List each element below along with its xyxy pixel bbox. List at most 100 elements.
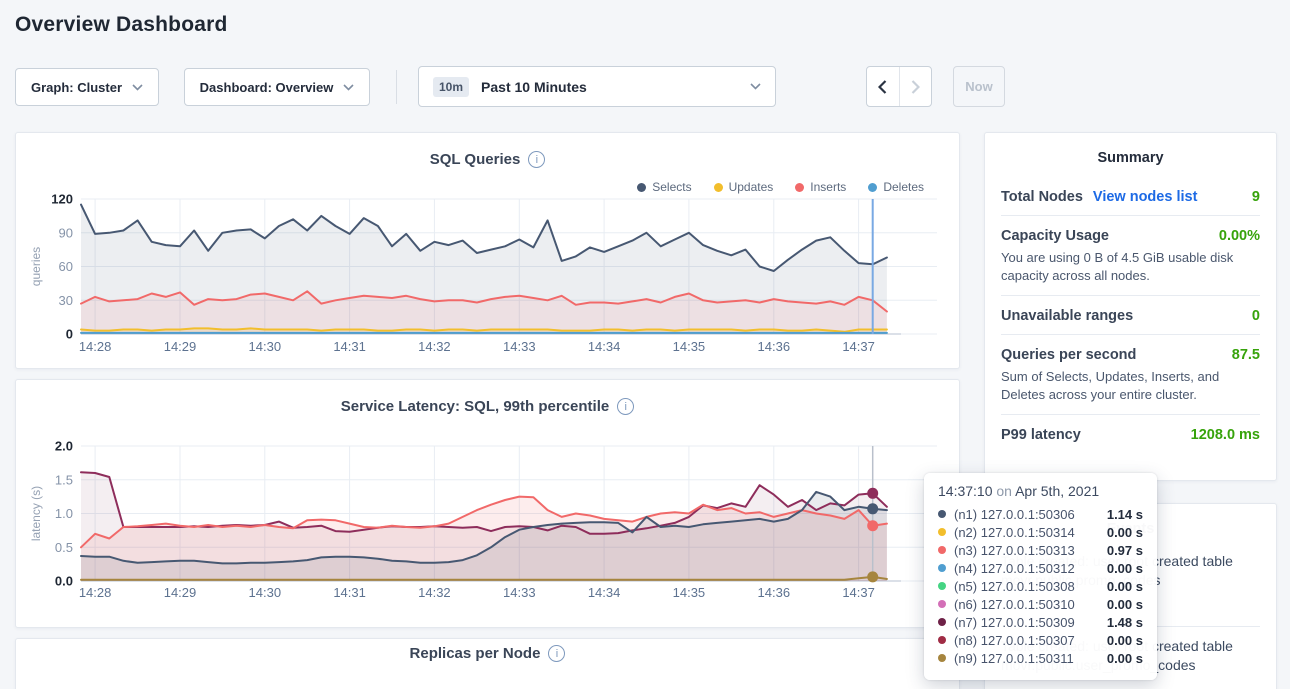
- tooltip-node-row: (n9) 127.0.0.1:50311 0.00 s: [938, 649, 1143, 667]
- tooltip-node-row: (n2) 127.0.0.1:50314 0.00 s: [938, 523, 1143, 541]
- summary-rows: Total Nodes View nodes list 9 Capacity Usag…: [1001, 177, 1260, 453]
- tooltip-node-row: (n3) 127.0.0.1:50313 0.97 s: [938, 541, 1143, 559]
- summary-row-label: P99 latency: [1001, 427, 1081, 443]
- now-button[interactable]: Now: [953, 66, 1005, 107]
- node-latency-value: 0.00 s: [1107, 651, 1143, 666]
- graph-dropdown[interactable]: Graph: Cluster: [15, 68, 159, 106]
- time-step-buttons: [866, 66, 932, 107]
- svg-text:14:36: 14:36: [758, 585, 791, 600]
- time-range-dropdown[interactable]: 10m Past 10 Minutes: [418, 66, 776, 107]
- summary-row: Unavailable ranges0: [1001, 295, 1260, 334]
- node-latency-value: 0.00 s: [1107, 561, 1143, 576]
- svg-text:14:29: 14:29: [164, 585, 197, 600]
- summary-row-label: Queries per second: [1001, 347, 1136, 363]
- node-address: (n4) 127.0.0.1:50312: [954, 561, 1099, 576]
- svg-text:queries: queries: [29, 247, 43, 286]
- svg-text:14:37: 14:37: [842, 339, 875, 354]
- summary-row-description: You are using 0 B of 4.5 GiB usable disk…: [1001, 249, 1260, 285]
- dashboard-dropdown-label: Dashboard: Overview: [200, 80, 334, 95]
- node-color-dot: [938, 600, 946, 608]
- svg-text:14:29: 14:29: [164, 339, 197, 354]
- svg-text:14:32: 14:32: [418, 339, 451, 354]
- page-title: Overview Dashboard: [15, 13, 228, 37]
- tooltip-node-row: (n6) 127.0.0.1:503100.00 s: [938, 595, 1143, 613]
- node-color-dot: [938, 654, 946, 662]
- node-latency-value: 0.00 s: [1107, 579, 1143, 594]
- summary-row-value: 9: [1252, 189, 1260, 205]
- node-color-dot: [938, 618, 946, 626]
- node-latency-value: 0.00 s: [1107, 633, 1143, 648]
- svg-text:14:33: 14:33: [503, 585, 536, 600]
- node-latency-value: 0.97 s: [1107, 543, 1143, 558]
- node-address: (n6) 127.0.0.1:50310: [954, 597, 1099, 612]
- svg-text:14:36: 14:36: [758, 339, 791, 354]
- chevron-down-icon: [132, 84, 143, 91]
- hover-dot: [867, 520, 878, 531]
- time-window-badge: 10m: [433, 77, 469, 97]
- svg-text:1.5: 1.5: [55, 472, 73, 487]
- svg-text:2.0: 2.0: [55, 439, 73, 454]
- tooltip-node-row: (n7) 127.0.0.1:50309 1.48 s: [938, 613, 1143, 631]
- node-color-dot: [938, 546, 946, 554]
- hover-dot: [867, 571, 878, 582]
- summary-row-value: 0.00%: [1219, 228, 1260, 244]
- svg-text:60: 60: [59, 259, 73, 274]
- summary-row: Total Nodes View nodes list 9: [1001, 177, 1260, 215]
- summary-panel: Summary Total Nodes View nodes list 9 Capac…: [984, 132, 1277, 481]
- svg-text:14:35: 14:35: [673, 339, 706, 354]
- svg-text:0.0: 0.0: [55, 574, 73, 589]
- summary-row-label: Capacity Usage: [1001, 228, 1109, 244]
- svg-text:14:28: 14:28: [79, 339, 112, 354]
- svg-text:14:30: 14:30: [249, 585, 282, 600]
- svg-text:14:31: 14:31: [333, 585, 366, 600]
- node-address: (n7) 127.0.0.1:50309: [954, 615, 1099, 630]
- graph-dropdown-label: Graph: Cluster: [31, 80, 122, 95]
- hover-dot: [867, 488, 878, 499]
- info-icon[interactable]: i: [548, 645, 565, 662]
- node-latency-value: 0.00 s: [1107, 525, 1143, 540]
- svg-text:14:28: 14:28: [79, 585, 112, 600]
- svg-text:30: 30: [59, 293, 73, 308]
- svg-text:14:34: 14:34: [588, 585, 621, 600]
- svg-text:14:32: 14:32: [418, 585, 451, 600]
- time-window-label: Past 10 Minutes: [481, 79, 738, 95]
- summary-row-value: 87.5: [1232, 347, 1260, 363]
- tooltip-timestamp: 14:37:10 on Apr 5th, 2021: [938, 483, 1143, 499]
- sql-queries-chart[interactable]: 030609012014:2814:2914:3014:3114:3214:33…: [16, 133, 959, 368]
- svg-text:90: 90: [59, 225, 73, 240]
- summary-row: Capacity Usage 0.00% You are using 0 B of …: [1001, 215, 1260, 295]
- service-latency-chart[interactable]: 0.0 0.5 1.0 1.5 2.0 14:28 14:29 14:30 14:31 14:32…: [16, 380, 959, 627]
- node-color-dot: [938, 528, 946, 536]
- node-latency-value: 1.48 s: [1107, 615, 1143, 630]
- svg-text:14:35: 14:35: [673, 585, 706, 600]
- tooltip-node-row: (n4) 127.0.0.1:50312 0.00 s: [938, 559, 1143, 577]
- tooltip-node-row: (n5) 127.0.0.1:50308 0.00 s: [938, 577, 1143, 595]
- summary-title: Summary: [985, 133, 1276, 166]
- replicas-per-node-chart-title: Replicas per Node: [410, 645, 541, 662]
- chevron-down-icon: [750, 83, 761, 90]
- svg-text:1.0: 1.0: [55, 506, 73, 521]
- node-address: (n9) 127.0.0.1:50311: [954, 651, 1099, 666]
- dashboard-dropdown[interactable]: Dashboard: Overview: [184, 68, 370, 106]
- summary-row: Queries per second87.5Sum of Selects, Up…: [1001, 334, 1260, 414]
- svg-text:14:31: 14:31: [333, 339, 366, 354]
- summary-row-value: 0: [1252, 308, 1260, 324]
- svg-text:14:33: 14:33: [503, 339, 536, 354]
- tooltip-node-row: (n1) 127.0.0.1:503061.14 s: [938, 505, 1143, 523]
- node-address: (n3) 127.0.0.1:50313: [954, 543, 1099, 558]
- next-time-button[interactable]: [900, 67, 932, 106]
- previous-time-button[interactable]: [867, 67, 900, 106]
- chart-hover-tooltip: 14:37:10 on Apr 5th, 2021 (n1) 127.0.0.1…: [924, 473, 1157, 680]
- summary-row-label: Total Nodes: [1001, 189, 1083, 205]
- chevron-down-icon: [343, 84, 354, 91]
- node-address: (n5) 127.0.0.1:50308: [954, 579, 1099, 594]
- view-nodes-list-link[interactable]: View nodes list: [1093, 189, 1198, 205]
- tooltip-node-row: (n8) 127.0.0.1:50307 0.00 s: [938, 631, 1143, 649]
- summary-row: P99 latency 1208.0 ms: [1001, 414, 1260, 453]
- summary-row-value: 1208.0 ms: [1191, 427, 1260, 443]
- node-address: (n8) 127.0.0.1:50307: [954, 633, 1099, 648]
- node-color-dot: [938, 510, 946, 518]
- svg-text:0.5: 0.5: [55, 540, 73, 555]
- chevron-left-icon: [878, 80, 887, 94]
- node-address: (n2) 127.0.0.1:50314: [954, 525, 1099, 540]
